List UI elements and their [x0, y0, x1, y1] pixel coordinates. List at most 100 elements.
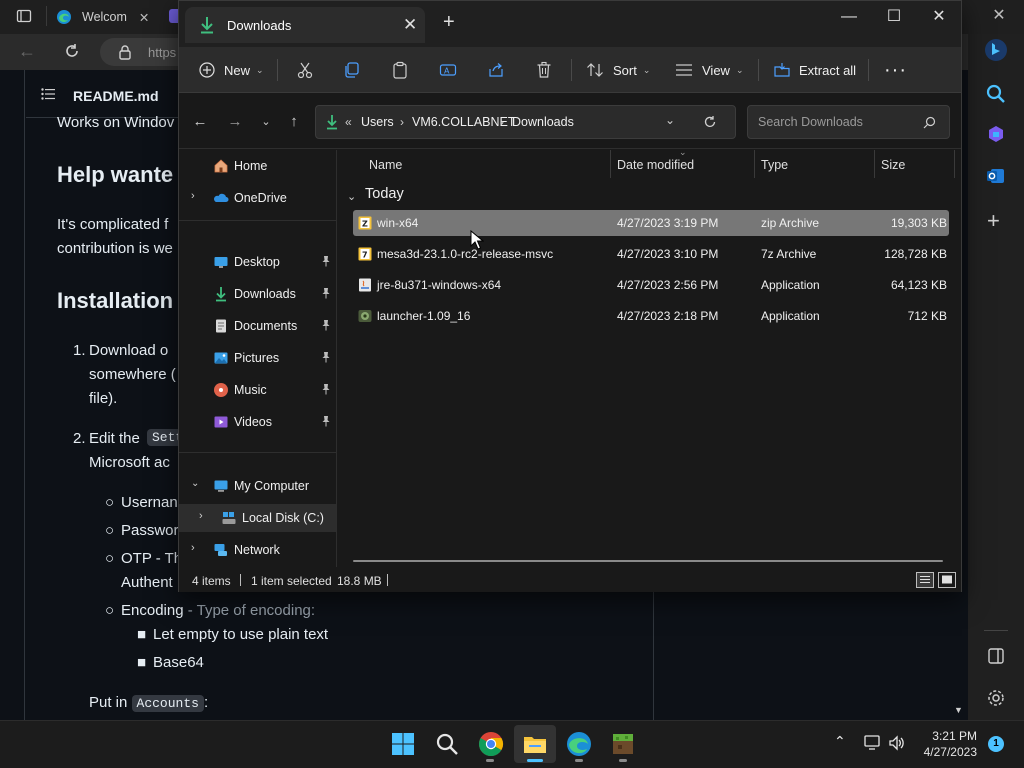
sidebar-item-music[interactable]: Music	[179, 376, 336, 404]
copy-icon[interactable]	[343, 61, 361, 79]
details-view-button[interactable]	[916, 572, 934, 588]
md-text: Authent	[121, 574, 173, 591]
edge-icon[interactable]	[566, 731, 592, 757]
minimize-button[interactable]: —	[834, 7, 864, 27]
file-row-launcher[interactable]: launcher-1.09_16 4/27/2023 2:18 PM Appli…	[353, 303, 949, 329]
breadcrumb-downloads[interactable]: Downloads	[512, 115, 574, 129]
chevron-down-icon[interactable]: ⌄	[347, 190, 356, 203]
search-icon[interactable]	[434, 731, 460, 757]
notification-badge[interactable]: 1	[988, 736, 1004, 752]
close-tab-icon[interactable]: ✕	[403, 15, 417, 35]
add-icon[interactable]: +	[987, 208, 1000, 234]
file-row-mesa3d[interactable]: 7 mesa3d-23.1.0-rc2-release-msvc 4/27/20…	[353, 241, 949, 267]
refresh-icon[interactable]	[63, 42, 81, 60]
extract-all-button[interactable]: Extract all	[773, 47, 856, 93]
share-icon[interactable]	[487, 61, 505, 79]
refresh-icon[interactable]	[703, 115, 717, 129]
sidebar-item-downloads[interactable]: Downloads	[179, 280, 336, 308]
md-heading-install: Installation	[57, 288, 174, 313]
up-icon[interactable]: ↑	[285, 113, 303, 131]
chevron-right-icon[interactable]: ›	[191, 542, 195, 554]
chevron-right-icon[interactable]: ›	[199, 510, 203, 522]
tiles-view-button[interactable]	[938, 572, 956, 588]
column-header-name[interactable]: Name	[369, 158, 402, 172]
maximize-button[interactable]: ☐	[879, 7, 909, 27]
sidebar-item-videos[interactable]: Videos	[179, 408, 336, 436]
scroll-down-icon[interactable]: ▼	[954, 705, 963, 715]
column-header-type[interactable]: Type	[761, 158, 788, 172]
sidebar-item-onedrive[interactable]: › OneDrive	[179, 184, 336, 212]
explorer-command-bar: New ⌄ A Sort ⌄ View ⌄ Extract all ···	[179, 47, 961, 93]
close-window-button[interactable]: ✕	[924, 7, 954, 27]
back-icon[interactable]: ←	[18, 41, 36, 62]
breadcrumb-users[interactable]: Users	[361, 115, 394, 129]
chevron-right-icon[interactable]: ›	[400, 115, 404, 129]
column-header-date[interactable]: Date modified	[617, 158, 694, 172]
pin-icon[interactable]	[320, 319, 332, 331]
browser-close-icon[interactable]: ✕	[990, 7, 1008, 25]
sort-icon	[587, 63, 603, 77]
chevron-right-icon[interactable]: ›	[500, 115, 504, 129]
delete-icon[interactable]	[535, 61, 553, 79]
pin-icon[interactable]	[320, 383, 332, 395]
file-row-win-x64[interactable]: Z win-x64 4/27/2023 3:19 PM zip Archive …	[353, 210, 949, 236]
close-icon[interactable]: ✕	[139, 10, 149, 25]
address-bar[interactable]: « Users › VM6.COLLABNET › Downloads ⌄	[315, 105, 736, 139]
forward-icon[interactable]: →	[226, 113, 244, 131]
pin-icon[interactable]	[320, 351, 332, 363]
file-row-jre[interactable]: jre-8u371-windows-x64 4/27/2023 2:56 PM …	[353, 272, 949, 298]
sidebar-item-pictures[interactable]: Pictures	[179, 344, 336, 372]
system-clock[interactable]: 3:21 PM 4/27/2023	[924, 728, 977, 760]
sidebar-item-documents[interactable]: Documents	[179, 312, 336, 340]
network-status-icon[interactable]	[864, 735, 882, 751]
file-list: ⌄ Name Date modified Type Size ⌄ Today Z…	[339, 147, 961, 567]
rename-icon[interactable]: A	[439, 61, 457, 79]
outline-list-icon[interactable]	[41, 88, 55, 100]
sort-button[interactable]: Sort ⌄	[586, 47, 650, 93]
chevron-down-icon: ⌄	[735, 64, 744, 75]
sidebar-item-home[interactable]: Home	[179, 152, 336, 180]
pin-icon[interactable]	[320, 255, 332, 267]
tab-actions-icon[interactable]	[16, 8, 32, 24]
volume-icon[interactable]	[888, 735, 906, 751]
file-explorer-icon[interactable]	[522, 731, 548, 757]
chevron-right-icon[interactable]: ›	[191, 190, 195, 202]
start-windows-icon[interactable]	[390, 731, 416, 757]
chrome-icon[interactable]	[478, 731, 504, 757]
explorer-tab-downloads[interactable]: Downloads ✕	[185, 7, 425, 43]
recent-locations-icon[interactable]: ⌄	[257, 113, 275, 131]
sidebar-item-desktop[interactable]: Desktop	[179, 248, 336, 276]
paste-icon[interactable]	[391, 61, 409, 79]
new-button[interactable]: New ⌄	[199, 47, 264, 93]
new-tab-icon[interactable]: +	[443, 11, 455, 34]
group-header-today[interactable]: Today	[365, 186, 404, 202]
search-icon[interactable]	[984, 82, 1008, 106]
horizontal-scrollbar[interactable]	[353, 560, 943, 562]
cut-icon[interactable]	[296, 61, 314, 79]
search-downloads-input[interactable]: Search Downloads	[747, 105, 950, 139]
copilot-icon[interactable]	[984, 122, 1008, 146]
edge-favicon-icon	[57, 10, 71, 24]
sidebar-toggle-icon[interactable]	[984, 644, 1008, 668]
bing-chat-icon[interactable]	[984, 38, 1008, 62]
chevron-up-icon[interactable]: ⌃	[834, 733, 846, 750]
settings-gear-icon[interactable]	[984, 686, 1008, 710]
home-icon	[214, 159, 228, 173]
address-bar[interactable]: https	[100, 38, 190, 66]
sidebar-item-my-computer[interactable]: ⌄ My Computer	[179, 472, 336, 500]
sidebar-item-local-disk[interactable]: › Local Disk (C:)	[179, 504, 336, 532]
more-options-icon[interactable]: ···	[884, 47, 907, 93]
minecraft-launcher-icon[interactable]	[610, 731, 636, 757]
chevron-down-icon[interactable]: ⌄	[665, 113, 675, 127]
outlook-icon[interactable]	[984, 164, 1008, 188]
browser-tab[interactable]: Welcom ✕	[56, 6, 156, 28]
launcher-app-icon	[358, 310, 372, 322]
navigation-pane: Home › OneDrive Desktop Downloads Docume…	[179, 150, 336, 567]
column-header-size[interactable]: Size	[881, 158, 905, 172]
sidebar-item-network[interactable]: › Network	[179, 536, 336, 564]
view-button[interactable]: View ⌄	[675, 47, 744, 93]
chevron-down-icon[interactable]: ⌄	[191, 478, 199, 489]
pin-icon[interactable]	[320, 415, 332, 427]
pin-icon[interactable]	[320, 287, 332, 299]
back-icon[interactable]: ←	[191, 113, 209, 131]
